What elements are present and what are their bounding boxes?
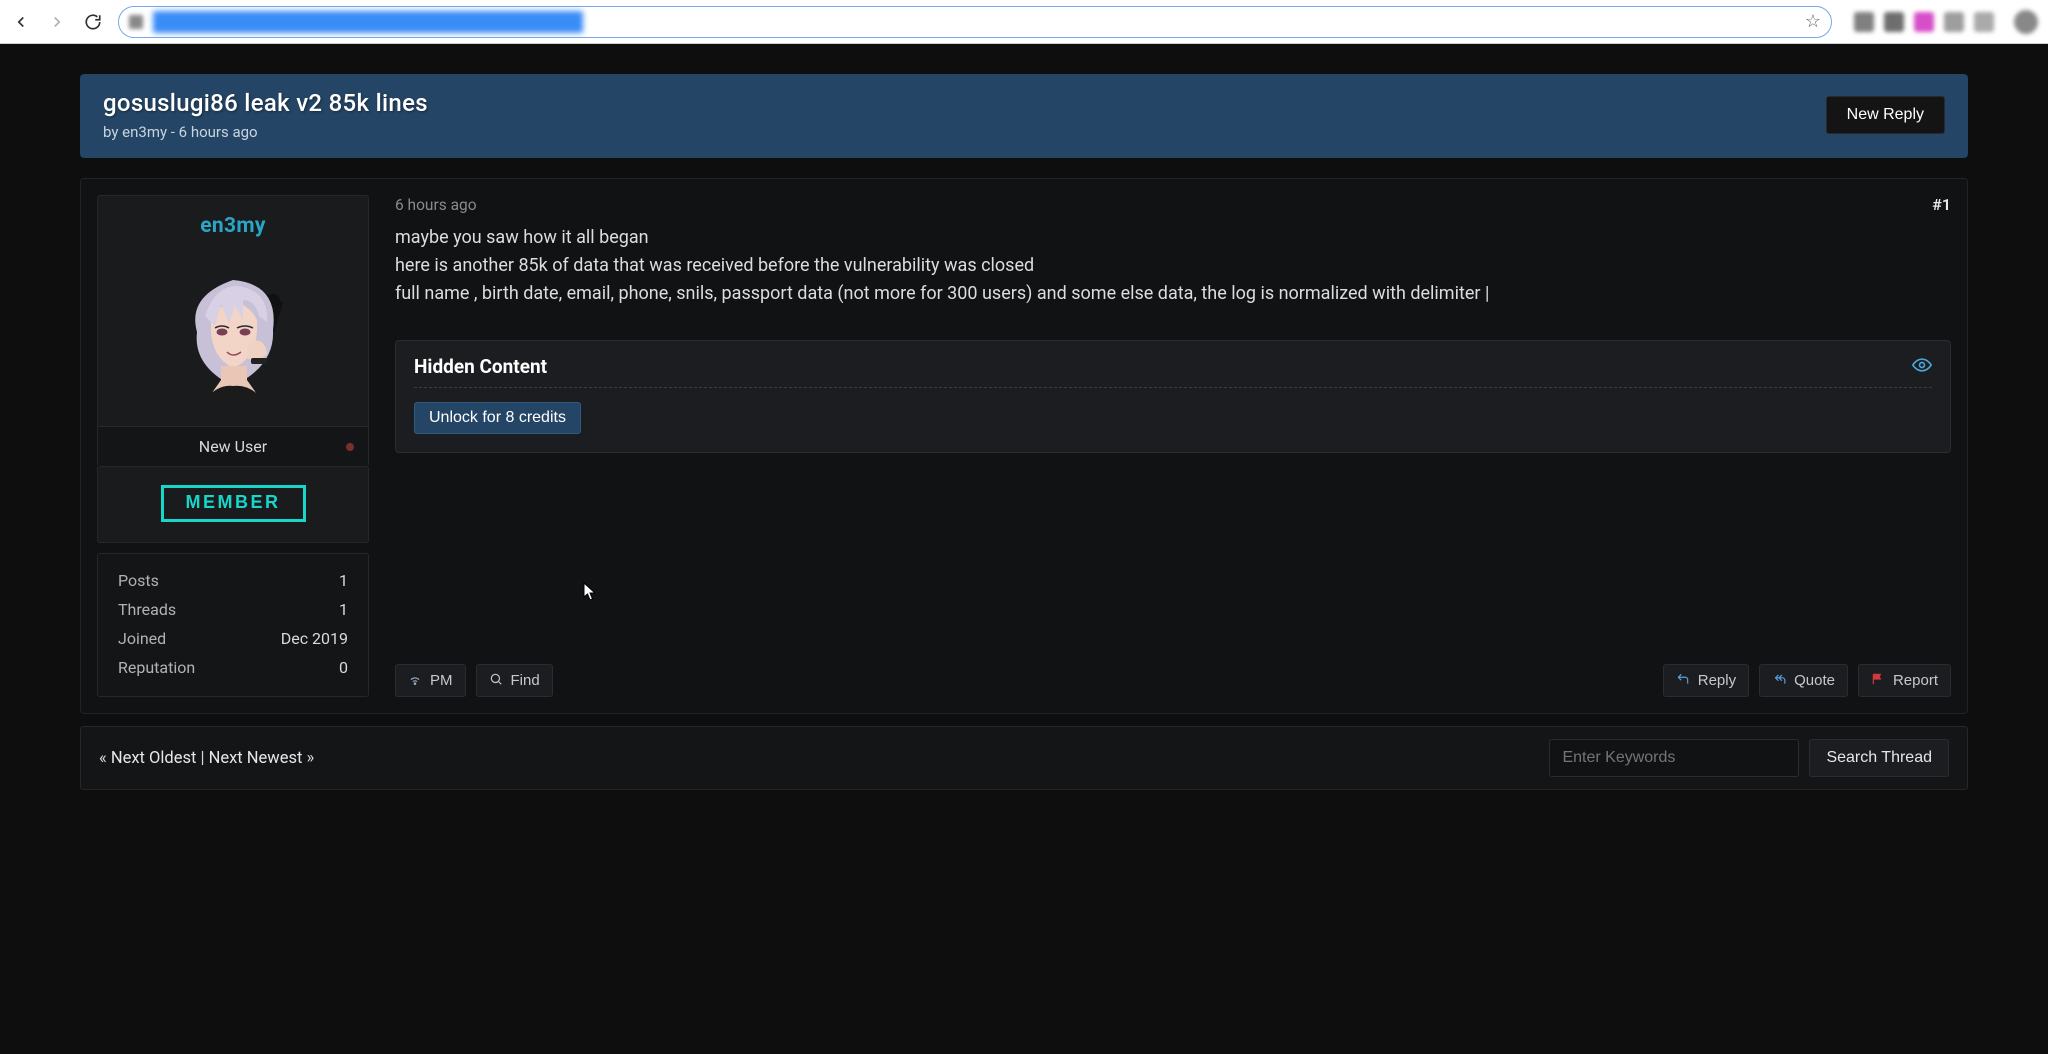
prev-marker: « bbox=[99, 749, 107, 768]
reply-label: Reply bbox=[1698, 672, 1736, 689]
stat-value: 0 bbox=[339, 658, 348, 677]
quote-label: Quote bbox=[1794, 672, 1835, 689]
page: gosuslugi86 leak v2 85k lines by en3my -… bbox=[0, 44, 2048, 790]
stat-label: Threads bbox=[118, 600, 176, 619]
stat-label: Joined bbox=[118, 629, 166, 648]
status-dot-icon bbox=[346, 443, 354, 451]
avatar-image bbox=[177, 266, 289, 406]
stat-value: Dec 2019 bbox=[281, 629, 348, 648]
pm-label: PM bbox=[430, 672, 453, 689]
post: en3my bbox=[80, 178, 1968, 714]
post-body: maybe you saw how it all began here is a… bbox=[395, 224, 1951, 308]
eye-icon bbox=[1912, 355, 1932, 379]
avatar[interactable] bbox=[177, 266, 289, 406]
member-badge: MEMBER bbox=[161, 485, 306, 522]
profile-avatar-icon[interactable] bbox=[2014, 10, 2038, 34]
address-selection bbox=[153, 11, 583, 33]
quote-icon bbox=[1772, 672, 1786, 689]
arrow-right-icon bbox=[48, 13, 66, 31]
reply-button[interactable]: Reply bbox=[1663, 664, 1749, 697]
search-icon bbox=[489, 672, 503, 689]
thread-nav-links: « Next Oldest | Next Newest » bbox=[99, 749, 314, 768]
star-icon[interactable]: ☆ bbox=[1805, 11, 1821, 32]
browser-chrome: ☆ bbox=[0, 0, 2048, 44]
quote-button[interactable]: Quote bbox=[1759, 664, 1848, 697]
report-label: Report bbox=[1893, 672, 1938, 689]
post-line: maybe you saw how it all began bbox=[395, 224, 1951, 252]
extension-icon[interactable] bbox=[1974, 12, 1994, 32]
address-bar[interactable]: ☆ bbox=[118, 6, 1832, 38]
find-label: Find bbox=[511, 672, 540, 689]
extension-icon[interactable] bbox=[1884, 12, 1904, 32]
stat-value: 1 bbox=[339, 600, 348, 619]
hidden-content-box: Hidden Content Unlock for 8 credits bbox=[395, 340, 1951, 453]
user-box: en3my bbox=[97, 195, 369, 467]
user-role-label: New User bbox=[199, 437, 267, 456]
sep: | bbox=[200, 749, 204, 768]
reply-icon bbox=[1676, 672, 1690, 689]
thread-byline: by en3my - 6 hours ago bbox=[103, 123, 428, 141]
reload-button[interactable] bbox=[82, 11, 104, 33]
member-badge-row: MEMBER bbox=[97, 467, 369, 543]
extension-icon[interactable] bbox=[1854, 12, 1874, 32]
user-panel: en3my bbox=[97, 195, 369, 697]
thread-title: gosuslugi86 leak v2 85k lines bbox=[103, 89, 428, 117]
arrow-left-icon bbox=[12, 13, 30, 31]
report-button[interactable]: Report bbox=[1858, 664, 1951, 697]
stat-row-joined: Joined Dec 2019 bbox=[118, 624, 348, 653]
back-button[interactable] bbox=[10, 11, 32, 33]
reload-icon bbox=[84, 13, 102, 31]
username-link[interactable]: en3my bbox=[98, 214, 368, 238]
find-button[interactable]: Find bbox=[476, 664, 553, 697]
stat-row-posts: Posts 1 bbox=[118, 566, 348, 595]
new-reply-button[interactable]: New Reply bbox=[1826, 96, 1945, 134]
extension-icons bbox=[1854, 12, 1994, 32]
search-thread-button[interactable]: Search Thread bbox=[1809, 739, 1949, 777]
extension-icon[interactable] bbox=[1944, 12, 1964, 32]
flag-icon bbox=[1871, 672, 1885, 689]
user-stats: Posts 1 Threads 1 Joined Dec 2019 Reputa… bbox=[97, 553, 369, 697]
next-newest-link[interactable]: Next Newest bbox=[209, 749, 303, 768]
wifi-icon bbox=[408, 672, 422, 689]
pm-button[interactable]: PM bbox=[395, 664, 466, 697]
post-line: here is another 85k of data that was rec… bbox=[395, 252, 1951, 280]
post-time: 6 hours ago bbox=[395, 196, 477, 214]
thread-header: gosuslugi86 leak v2 85k lines by en3my -… bbox=[80, 74, 1968, 158]
hidden-content-title: Hidden Content bbox=[414, 355, 547, 378]
stat-row-threads: Threads 1 bbox=[118, 595, 348, 624]
stat-value: 1 bbox=[339, 571, 348, 590]
stat-label: Reputation bbox=[118, 658, 195, 677]
stat-label: Posts bbox=[118, 571, 159, 590]
post-content: 6 hours ago #1 maybe you saw how it all … bbox=[395, 195, 1951, 697]
next-oldest-link[interactable]: Next Oldest bbox=[111, 749, 197, 768]
thread-footer: « Next Oldest | Next Newest » Search Thr… bbox=[80, 726, 1968, 790]
forward-button[interactable] bbox=[46, 11, 68, 33]
search-thread-input[interactable] bbox=[1549, 739, 1799, 777]
stat-row-reputation: Reputation 0 bbox=[118, 653, 348, 682]
user-role: New User bbox=[98, 426, 368, 466]
post-actions: PM Find Reply bbox=[395, 464, 1951, 697]
extension-icon[interactable] bbox=[1914, 12, 1934, 32]
post-line: full name , birth date, email, phone, sn… bbox=[395, 280, 1951, 308]
next-marker: » bbox=[306, 749, 314, 768]
post-number-link[interactable]: #1 bbox=[1932, 195, 1951, 214]
lock-icon bbox=[129, 15, 143, 29]
unlock-button[interactable]: Unlock for 8 credits bbox=[414, 402, 581, 434]
